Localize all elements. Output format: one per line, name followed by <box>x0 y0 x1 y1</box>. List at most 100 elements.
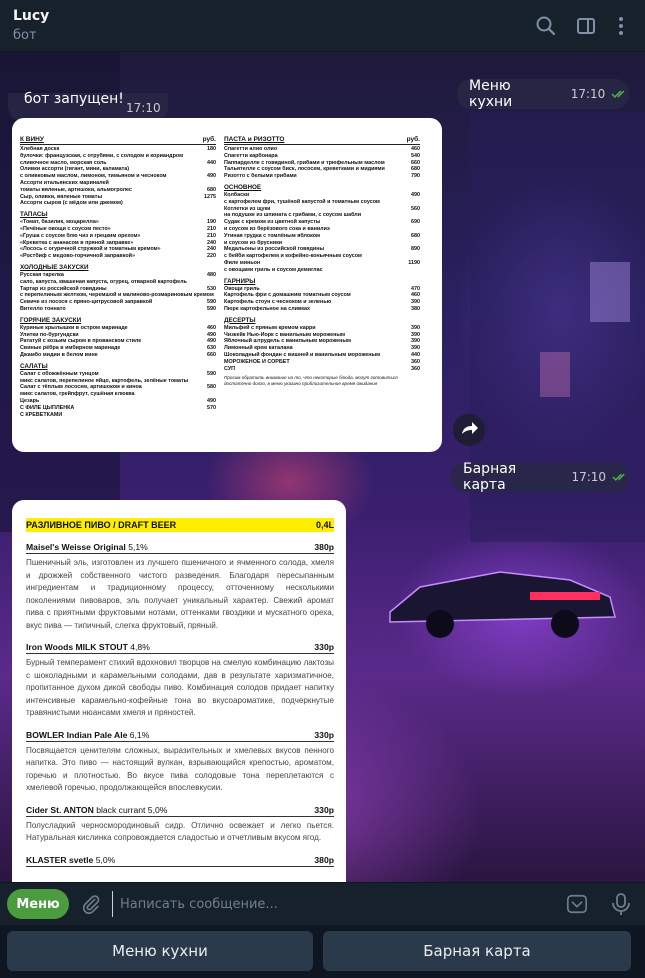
message-outgoing-kitchen[interactable]: Меню кухни 17:10 <box>457 78 629 110</box>
menu-item-name: Ассорти сыров (с мёдом или джемом) <box>20 200 123 207</box>
menu-item-name: Рататуй с козьим сыром в прованском стил… <box>20 338 142 345</box>
menu-item-name: «Ростбиф с медово-горчичной заправкой» <box>20 253 135 260</box>
menu-item: «Креветка с ананасом в пряной заправке» 2… <box>20 240 216 247</box>
bot-menu-button[interactable]: Меню <box>7 889 69 919</box>
message-time: 17:10 <box>126 101 161 115</box>
bar-item-name-group: Cider St. ANTON black currant 5,0% <box>26 805 167 815</box>
menu-item: и соусом из берёзового сока и ванилиэ <box>224 226 420 233</box>
chat-status: бот <box>13 28 37 43</box>
message-input-bar: Меню <box>0 882 645 925</box>
menu-item: Спагетти алио олио 460 <box>224 146 420 153</box>
menu-item-price: 1275 <box>204 193 216 200</box>
bar-menu-image[interactable]: РАЗЛИВНОЕ ПИВО / DRAFT BEER 0,4L Maisel'… <box>12 500 346 882</box>
menu-item-name: Мильфей с пряным кремом карри <box>224 324 316 331</box>
menu-item: Джамбо мидии в белом вине 660 <box>20 352 216 359</box>
menu-item-name: Куриные крылышки в остром маринаде <box>20 324 128 331</box>
more-vertical-icon[interactable] <box>609 14 633 38</box>
menu-item-price: 790 <box>411 173 420 180</box>
menu-item-name: Вителло тоннато <box>20 305 66 312</box>
menu-item: на подушке из шпината с грибами, с соусо… <box>224 212 420 219</box>
menu-item-price: 460 <box>411 292 420 299</box>
kitchen-menu-image[interactable]: К ВИНУ руб. Хлебная доска 180 булочки: фра… <box>12 118 442 452</box>
menu-item: с перепелиным желтком, черемшой и малино… <box>20 292 216 299</box>
menu-item-price: 390 <box>411 338 420 345</box>
bar-item-description: Бурный темперамент стихий вдохновил твор… <box>26 658 334 717</box>
menu-item: Оливки ассорти (гигант, мини, каламата) <box>20 166 216 173</box>
menu-item: с бейби картофелем и кофейно-коньячным с… <box>224 253 420 260</box>
menu-item-name: с картофелем фри, тушёной капустой и том… <box>224 198 380 205</box>
menu-item: Филе миньон 1190 <box>224 260 420 267</box>
menu-item-price: 490 <box>207 338 216 345</box>
message-incoming-partial: бот запущен! 17:10 <box>8 91 168 121</box>
menu-item-name: Ризотто с белыми грибами <box>224 173 297 180</box>
telegram-chat-window: Lucy бот бот запущен! 17:10 Меню кухни 1… <box>0 0 645 978</box>
menu-column-title: К ВИНУ <box>20 136 44 143</box>
menu-item-name: сало, капуста, квашеная капуста, огурец,… <box>20 278 187 285</box>
menu-item: Чизкейк Нью-Йорк с ванильным мороженым 39… <box>224 332 420 339</box>
menu-item-price: 530 <box>207 285 216 292</box>
menu-item-name: томаты вяленые, артишоки, альмогролес <box>20 186 132 193</box>
bar-item-price: 330р <box>314 729 334 740</box>
microphone-icon[interactable] <box>610 892 632 916</box>
attach-paperclip-icon[interactable] <box>80 893 102 915</box>
forward-share-icon[interactable] <box>453 414 485 446</box>
menu-item: Медальоны из российской говядины 890 <box>224 246 420 253</box>
bar-menu-item: BOWLER Indian Pale Ale 6,1% 330р Посвящает… <box>26 730 334 795</box>
bar-item-name: Iron Woods MILK STOUT <box>26 642 128 652</box>
menu-item-name: Спагетти карбонара <box>224 152 278 159</box>
chat-wallpaper: бот запущен! 17:10 Меню кухни 17:10 К ВИ… <box>0 52 645 882</box>
menu-item: Спагетти карбонара 540 <box>224 153 420 160</box>
bar-section-volume: 0,4L <box>315 520 334 530</box>
bar-item-description: Посвящается ценителям сложных, выразител… <box>26 745 334 793</box>
menu-item-name: СУП <box>224 365 236 372</box>
menu-item-price: 690 <box>411 219 420 226</box>
menu-item-name: с овощами гриль и соусом демиглас <box>224 266 323 273</box>
menu-item-name: Русская тарелка <box>20 271 64 278</box>
menu-item-price: 360 <box>411 358 420 365</box>
menu-item-price: 390 <box>411 299 420 306</box>
menu-item: Свиные рёбра в имбирном маринаде 630 <box>20 345 216 352</box>
menu-item: СУП 360 <box>224 366 420 373</box>
menu-item-name: «Креветка с ананасом в пряной заправке» <box>20 239 134 246</box>
bot-keyboard-toggle-icon[interactable] <box>566 893 588 915</box>
sidebar-toggle-icon[interactable] <box>574 14 598 38</box>
menu-item-price: 440 <box>207 159 216 166</box>
menu-item-price: 460 <box>207 324 216 331</box>
menu-item-name: Ассорти итальянских мариналей <box>20 179 109 186</box>
menu-item-name: Пюре картофельное на сливках <box>224 305 310 312</box>
menu-item: булочки: французская, с отрубями, с соло… <box>20 153 216 160</box>
message-outgoing-bar[interactable]: Барная карта 17:10 <box>451 461 629 493</box>
bar-menu-item: Cider St. ANTON black currant 5,0% 330р По… <box>26 805 334 845</box>
menu-item: «Томат, базилик, моцарелла» 190 <box>20 219 216 226</box>
bar-item-name: Maisel's Weisse Original <box>26 542 126 552</box>
menu-item-name: Судак с кремом из цветной капусты <box>224 219 321 226</box>
menu-item-name: Джамбо мидии в белом вине <box>20 351 98 358</box>
menu-item-price: 240 <box>207 246 216 253</box>
menu-item-name: Цезарь <box>20 397 40 404</box>
menu-item-name: и соусом из берёзового сока и ванилиэ <box>224 225 330 232</box>
keyboard-button-bar-menu[interactable]: Барная карта <box>323 931 631 971</box>
menu-item: Хлебная доска 180 <box>20 146 216 153</box>
menu-item-name: Севиче из лосося с пряно-цитрусовой запр… <box>20 299 153 306</box>
menu-item-price: 680 <box>411 232 420 239</box>
read-checkmarks-icon <box>611 90 625 99</box>
menu-item-price: 580 <box>207 384 216 391</box>
keyboard-button-kitchen-menu[interactable]: Меню кухни <box>7 931 313 971</box>
menu-item: Салат с тёплым лососем, артишоком и кино… <box>20 384 216 391</box>
search-icon[interactable] <box>534 14 558 38</box>
menu-item: Судак с кремом из цветной капусты 690 <box>224 219 420 226</box>
chat-name[interactable]: Lucy <box>13 8 49 24</box>
message-input[interactable] <box>112 891 542 917</box>
menu-item-name: С ФИЛЕ ЦЫПЛЁНКА <box>20 404 75 411</box>
chat-header: Lucy бот <box>0 0 645 52</box>
bar-section-title: РАЗЛИВНОЕ ПИВО / DRAFT BEER <box>26 520 177 530</box>
menu-item: Рататуй с козьим сыром в прованском стил… <box>20 338 216 345</box>
menu-item-price: 590 <box>207 299 216 306</box>
menu-item: микс салатов, грейпфрут, сушёная клюква <box>20 391 216 398</box>
menu-item-name: Тальятелле с соусом биск, лососем, креве… <box>224 166 385 173</box>
menu-item-name: Лимонный крем каталана <box>224 345 293 352</box>
menu-section-title: САЛАТЫ <box>20 362 48 370</box>
bar-item-name-group: Iron Woods MILK STOUT 4,8% <box>26 642 150 652</box>
menu-item-name: «Груша с соусом блю чиз и грецким орехом… <box>20 232 141 239</box>
menu-item: Ризотто с белыми грибами 790 <box>224 173 420 180</box>
